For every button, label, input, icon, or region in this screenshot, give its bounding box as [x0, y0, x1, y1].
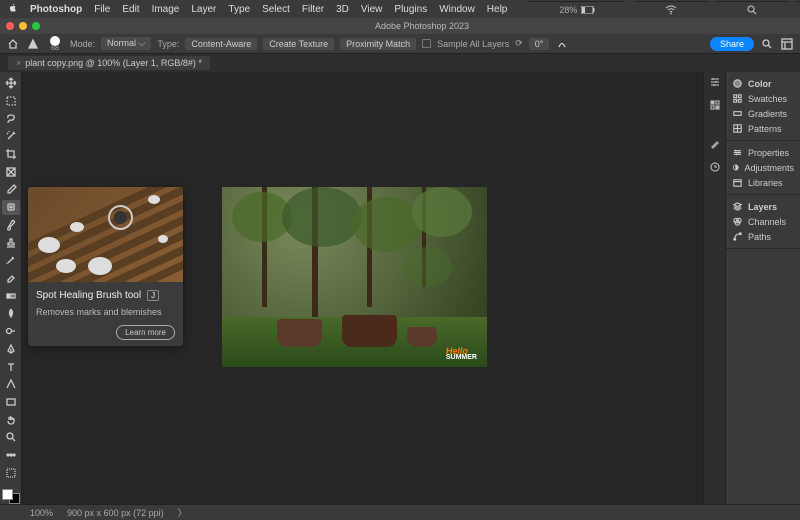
panel-channels[interactable]: Channels — [726, 214, 800, 229]
panel-adjustments[interactable]: Adjustments — [726, 160, 800, 175]
type-proximity-match[interactable]: Proximity Match — [340, 38, 416, 50]
share-button[interactable]: Share — [710, 37, 754, 51]
battery-status: 28% — [529, 1, 625, 17]
search-icon[interactable] — [717, 1, 787, 17]
tool-path[interactable] — [2, 377, 20, 392]
tool-spot-heal[interactable] — [2, 200, 20, 215]
wifi-icon — [635, 1, 707, 17]
menu-file[interactable]: File — [94, 4, 110, 15]
tip-image — [28, 187, 183, 282]
doc-dimensions[interactable]: 900 px x 600 px (72 ppi) — [67, 508, 164, 518]
canvas-area[interactable]: Spot Healing Brush tool J Removes marks a… — [22, 72, 703, 504]
right-panels: Color Swatches Gradients Patterns Proper… — [725, 72, 800, 504]
strip-brush-icon[interactable] — [709, 138, 721, 153]
tool-wand[interactable] — [2, 129, 20, 144]
menu-help[interactable]: Help — [487, 4, 508, 15]
panel-layers[interactable]: Layers — [726, 199, 800, 214]
menu-view[interactable]: View — [361, 4, 383, 15]
tool-zoom[interactable] — [2, 430, 20, 445]
tool-move[interactable] — [2, 76, 20, 91]
tool-more[interactable] — [2, 448, 20, 463]
tab-title: plant copy.png @ 100% (Layer 1, RGB/8#) … — [25, 58, 202, 68]
window-controls[interactable] — [6, 22, 40, 30]
tools-panel — [0, 72, 22, 504]
tool-frame[interactable] — [2, 165, 20, 180]
menu-select[interactable]: Select — [262, 4, 290, 15]
mode-label: Mode: — [70, 39, 95, 49]
tip-shortcut: J — [147, 290, 159, 301]
angle-input[interactable]: 0° — [529, 38, 550, 50]
status-bar: 100% 900 px x 600 px (72 ppi) 〉 — [0, 504, 800, 520]
menu-filter[interactable]: Filter — [302, 4, 324, 15]
panel-swatches[interactable]: Swatches — [726, 91, 800, 106]
tool-shape[interactable] — [2, 395, 20, 410]
zoom-level[interactable]: 100% — [30, 508, 53, 518]
apple-icon[interactable] — [8, 3, 18, 16]
tool-marquee[interactable] — [2, 94, 20, 109]
workspace-icon[interactable] — [780, 37, 794, 51]
options-bar: 68 Mode: Normal ⌵ Type: Content-Aware Cr… — [0, 34, 800, 54]
brush-preview[interactable]: 68 — [46, 35, 64, 53]
search-app-icon[interactable] — [760, 37, 774, 51]
status-chevron-icon[interactable]: 〉 — [178, 506, 187, 519]
tool-lasso[interactable] — [2, 111, 20, 126]
panel-libraries[interactable]: Libraries — [726, 175, 800, 190]
document-tab-bar: × plant copy.png @ 100% (Layer 1, RGB/8#… — [0, 54, 800, 72]
type-label: Type: — [157, 39, 179, 49]
sample-all-checkbox[interactable] — [422, 39, 431, 48]
type-create-texture[interactable]: Create Texture — [263, 38, 334, 50]
tip-title: Spot Healing Brush tool — [36, 290, 141, 301]
tool-crop[interactable] — [2, 147, 20, 162]
tool-eraser[interactable] — [2, 271, 20, 286]
sample-all-label: Sample All Layers — [437, 39, 509, 49]
collapsed-panels-strip — [703, 72, 725, 504]
chevron-down-icon: ⌵ — [139, 38, 146, 48]
foreground-background-colors[interactable] — [2, 489, 20, 504]
menu-app[interactable]: Photoshop — [30, 4, 82, 15]
tool-history-brush[interactable] — [2, 253, 20, 268]
menu-plugins[interactable]: Plugins — [394, 4, 427, 15]
menu-edit[interactable]: Edit — [122, 4, 139, 15]
type-content-aware[interactable]: Content-Aware — [185, 38, 257, 50]
menu-image[interactable]: Image — [152, 4, 180, 15]
learn-more-button[interactable]: Learn more — [116, 325, 175, 340]
menu-window[interactable]: Window — [439, 4, 475, 15]
mode-select[interactable]: Normal ⌵ — [101, 37, 151, 50]
tool-edit-toolbar[interactable] — [2, 465, 20, 480]
panel-color[interactable]: Color — [726, 76, 800, 91]
menu-layer[interactable]: Layer — [191, 4, 216, 15]
home-icon[interactable] — [6, 37, 20, 51]
tool-tip-card: Spot Healing Brush tool J Removes marks a… — [28, 187, 183, 346]
document-canvas[interactable]: HelloSUMMER — [222, 187, 487, 367]
angle-icon[interactable]: ⟳ — [515, 38, 523, 49]
tool-gradient[interactable] — [2, 288, 20, 303]
tool-blur[interactable] — [2, 306, 20, 321]
app-title: Adobe Photoshop 2023 — [50, 21, 794, 31]
menu-3d[interactable]: 3D — [336, 4, 349, 15]
menu-type[interactable]: Type — [228, 4, 250, 15]
panel-paths[interactable]: Paths — [726, 229, 800, 244]
strip-sliders-icon[interactable] — [709, 76, 721, 91]
strip-swatches-icon[interactable] — [709, 99, 721, 114]
panel-patterns[interactable]: Patterns — [726, 121, 800, 136]
close-tab-icon[interactable]: × — [16, 58, 21, 68]
mac-menu-bar: Photoshop File Edit Image Layer Type Sel… — [0, 0, 800, 18]
tool-dodge[interactable] — [2, 324, 20, 339]
panel-properties[interactable]: Properties — [726, 145, 800, 160]
document-tab[interactable]: × plant copy.png @ 100% (Layer 1, RGB/8#… — [8, 56, 210, 70]
pressure-icon[interactable] — [555, 37, 569, 51]
strip-history-icon[interactable] — [709, 161, 721, 176]
panel-gradients[interactable]: Gradients — [726, 106, 800, 121]
watermark: HelloSUMMER — [446, 346, 477, 361]
tool-type[interactable] — [2, 359, 20, 374]
tool-brush[interactable] — [2, 218, 20, 233]
tool-preset-icon[interactable] — [26, 37, 40, 51]
tool-hand[interactable] — [2, 412, 20, 427]
tool-stamp[interactable] — [2, 235, 20, 250]
tool-pen[interactable] — [2, 342, 20, 357]
tip-description: Removes marks and blemishes — [36, 307, 175, 317]
app-title-bar: Adobe Photoshop 2023 — [0, 18, 800, 34]
tool-eyedropper[interactable] — [2, 182, 20, 197]
